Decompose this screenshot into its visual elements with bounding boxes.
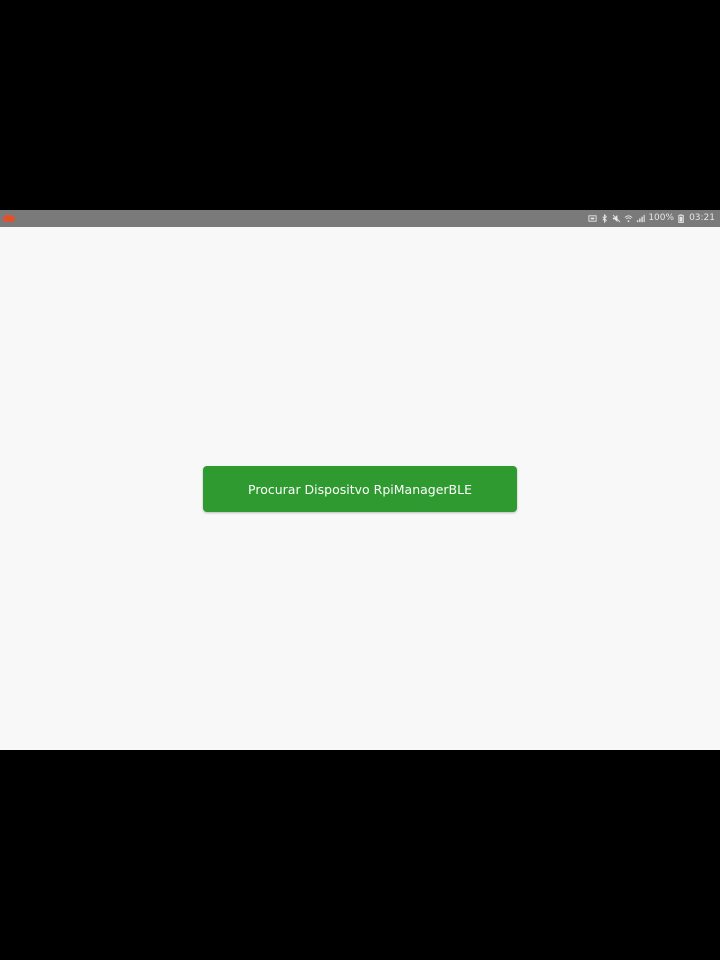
status-time: 03:21 (689, 213, 715, 223)
device-screen: 100% 03:21 Procurar Dispositvo RpiManage… (0, 210, 720, 750)
screenshot-icon (588, 214, 597, 223)
letterbox-bottom (0, 750, 720, 960)
signal-icon (636, 214, 646, 223)
battery-percent: 100% (648, 213, 675, 223)
mute-icon (612, 214, 621, 223)
battery-icon (677, 214, 686, 223)
status-icons: 100% 03:21 (588, 210, 715, 227)
bluetooth-icon (600, 214, 609, 223)
app-notification-icon (3, 215, 15, 222)
main-content: Procurar Dispositvo RpiManagerBLE (0, 227, 720, 750)
status-bar: 100% 03:21 (0, 210, 720, 227)
scan-device-button[interactable]: Procurar Dispositvo RpiManagerBLE (203, 466, 517, 512)
wifi-icon (624, 214, 633, 223)
letterbox-top (0, 0, 720, 210)
